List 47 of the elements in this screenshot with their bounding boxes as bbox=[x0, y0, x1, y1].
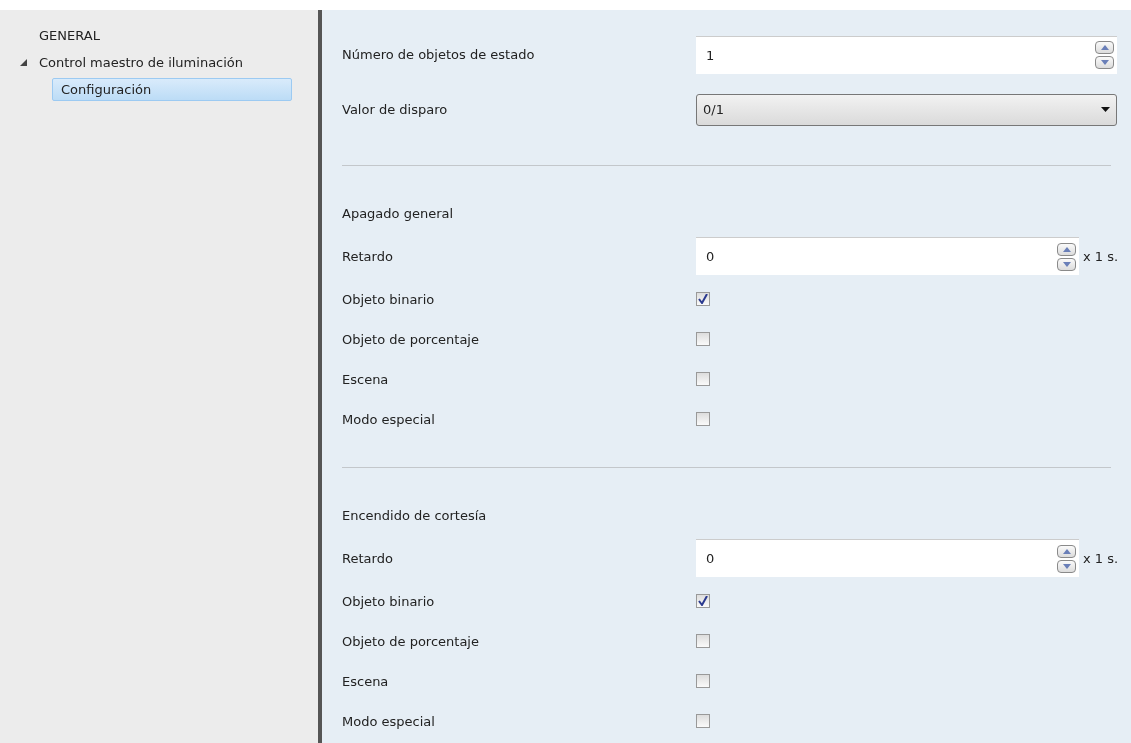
tree-item[interactable]: GENERAL bbox=[30, 24, 109, 47]
spin-down-button[interactable] bbox=[1057, 257, 1076, 271]
field-label: Objeto binario bbox=[342, 291, 436, 307]
field-label: Modo especial bbox=[342, 713, 436, 729]
section-heading: Apagado general bbox=[342, 205, 455, 221]
field-label: Retardo bbox=[342, 550, 394, 566]
field-label: Escena bbox=[342, 673, 390, 689]
number-field[interactable]: 0 bbox=[696, 237, 1079, 275]
spin-up-button[interactable] bbox=[1057, 544, 1076, 558]
checkbox[interactable] bbox=[696, 412, 710, 426]
field-label: Objeto binario bbox=[342, 593, 436, 609]
down-arrow-icon bbox=[1062, 261, 1071, 267]
checkbox[interactable] bbox=[696, 714, 710, 728]
checkbox[interactable] bbox=[696, 594, 710, 608]
up-arrow-icon bbox=[1062, 246, 1071, 252]
checkbox[interactable] bbox=[696, 674, 710, 688]
tree-item[interactable]: Control maestro de iluminación bbox=[30, 51, 253, 74]
check-icon bbox=[698, 294, 708, 304]
down-arrow-icon bbox=[1062, 563, 1071, 569]
number-field[interactable]: 1 bbox=[696, 35, 1117, 74]
unit-label: x 1 s. bbox=[1083, 248, 1119, 264]
caret-icon bbox=[1101, 107, 1110, 112]
unit-label: x 1 s. bbox=[1083, 550, 1119, 566]
field-label: Número de objetos de estado bbox=[342, 47, 536, 62]
field-label: Retardo bbox=[342, 248, 394, 264]
tree-item[interactable]: Configuración bbox=[52, 78, 292, 101]
checkbox[interactable] bbox=[696, 372, 710, 386]
checkbox[interactable] bbox=[696, 292, 710, 306]
spin-up-button[interactable] bbox=[1057, 242, 1076, 256]
down-arrow-icon bbox=[1100, 60, 1109, 65]
dropdown[interactable]: 0/1 bbox=[696, 93, 1117, 126]
up-arrow-icon bbox=[1100, 45, 1109, 50]
field-label: Objeto de porcentaje bbox=[342, 331, 480, 347]
field-label: Valor de disparo bbox=[342, 102, 449, 117]
up-arrow-icon bbox=[1062, 548, 1071, 554]
expand-arrow-icon[interactable] bbox=[19, 59, 27, 66]
field-label: Modo especial bbox=[342, 411, 436, 427]
spin-down-button[interactable] bbox=[1095, 56, 1114, 69]
section-heading: Encendido de cortesía bbox=[342, 507, 488, 523]
field-label: Objeto de porcentaje bbox=[342, 633, 480, 649]
checkbox[interactable] bbox=[696, 634, 710, 648]
field-label: Escena bbox=[342, 371, 390, 387]
checkbox[interactable] bbox=[696, 332, 710, 346]
number-field[interactable]: 0 bbox=[696, 539, 1079, 577]
check-icon bbox=[698, 596, 708, 606]
spin-up-button[interactable] bbox=[1095, 41, 1114, 54]
spin-down-button[interactable] bbox=[1057, 559, 1076, 573]
